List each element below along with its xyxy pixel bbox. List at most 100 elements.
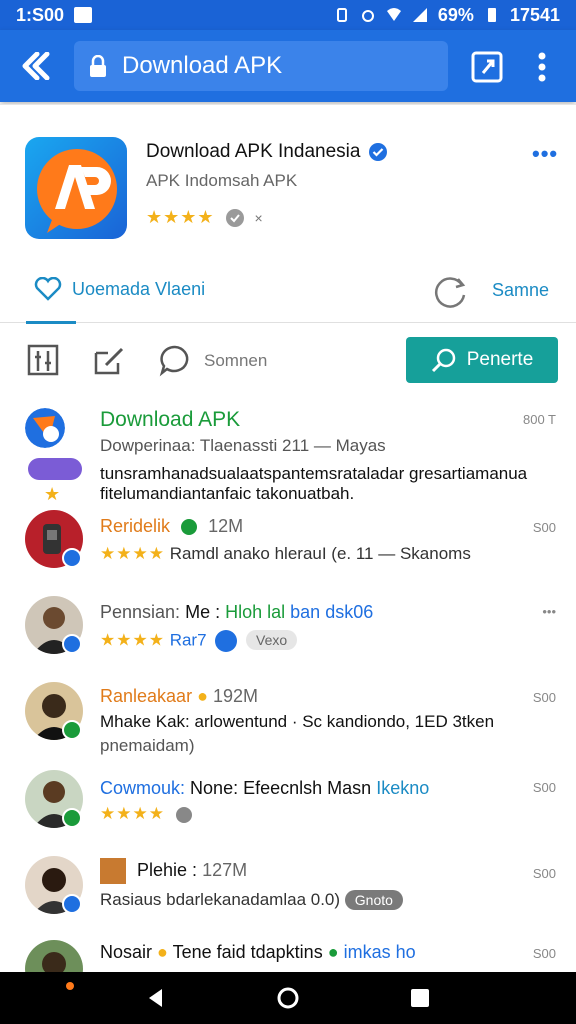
reaction-icon <box>175 806 192 823</box>
list-item[interactable]: Nosair ● Tene faid tdapktins ● imkas ho … <box>0 938 576 976</box>
rating-stars: ★★★★ <box>100 544 165 563</box>
overflow-menu-icon[interactable] <box>528 50 556 84</box>
back-icon[interactable] <box>144 986 168 1010</box>
lock-icon <box>90 55 106 77</box>
post-author: Cowmouk: <box>100 778 186 798</box>
app-rating: ★★★★ × <box>146 207 263 228</box>
post-body: Mhake Kak: arlowentund · Sc kandiondo, 1… <box>100 712 495 731</box>
browser-app-bar: Download APK <box>0 30 576 102</box>
verified-badge-icon <box>62 894 82 914</box>
post-meta: S00 <box>532 946 556 961</box>
verified-badge-icon <box>62 720 82 740</box>
system-nav-bar <box>0 972 576 1024</box>
app-name[interactable]: Download APK Indanesia <box>146 141 388 163</box>
post-meta: 800 T <box>522 412 556 427</box>
share-circle-icon[interactable] <box>225 208 245 228</box>
app-logo-graphic <box>37 149 117 233</box>
verified-badge-icon <box>62 548 82 568</box>
tag-pill <box>28 458 82 480</box>
verified-badge-icon <box>62 634 82 654</box>
rating-stars: ★★★★ <box>100 804 165 823</box>
star-icon: ★ <box>44 484 61 504</box>
post-size: 192M <box>212 686 258 706</box>
post-chip[interactable]: Gnoto <box>344 890 403 910</box>
comment-icon[interactable] <box>158 343 192 377</box>
post-body-2: fitelumandiantanfaic takonuatbah. <box>100 484 355 503</box>
list-item[interactable]: Cowmouk: None: Efeecnlsh Masn Ikekno ★★★… <box>0 768 576 854</box>
signal-icon <box>412 8 427 22</box>
post-meta: S00 <box>532 520 556 535</box>
tab-favorite[interactable]: Uoemada Vlaeni <box>34 277 205 301</box>
back-arrow-icon <box>22 52 50 80</box>
list-item[interactable]: Pennsian: Me : Hloh lal ban dsk06 ★★★★ R… <box>0 594 576 678</box>
rating-stars: ★★★★ <box>100 630 165 650</box>
list-item[interactable]: Download APK Dowperinaa: Tlaenassti 211 … <box>0 396 576 504</box>
filter-icon[interactable] <box>26 343 60 377</box>
post-body-2: pnemaidam) <box>100 736 195 755</box>
avatar <box>25 940 83 976</box>
post-chip[interactable]: Vexo <box>246 630 298 651</box>
post-title[interactable]: Download APK <box>100 408 240 432</box>
notification-dot <box>66 982 74 990</box>
edit-icon[interactable] <box>92 343 126 377</box>
battery-icon <box>487 8 496 22</box>
post-body: ★★★★ <box>100 804 192 824</box>
status-clock-right: 17541 <box>509 4 560 25</box>
notification-icon <box>74 7 93 23</box>
vibrate-icon <box>336 8 347 22</box>
post-title[interactable]: Ranleakaar ● 192M <box>100 686 258 707</box>
app-developer: APK Indomsah APK <box>146 171 298 190</box>
open-external-icon[interactable] <box>470 50 504 84</box>
app-logo <box>25 137 127 239</box>
heart-icon <box>34 277 62 301</box>
post-title[interactable]: Cowmouk: None: Efeecnlsh Masn Ikekno <box>100 778 429 799</box>
open-button[interactable]: Penerte <box>406 337 558 383</box>
list-item[interactable]: Reridelik 12M ★★★★ Ramdl anako hlerauI (… <box>0 508 576 592</box>
app-actions-row: Somnen Penerte <box>0 327 576 397</box>
url-field[interactable]: Download APK <box>74 41 448 91</box>
post-author: Pennsian: <box>100 602 181 622</box>
rating-stars: ★★★★ <box>146 207 215 227</box>
post-author: Plehie : <box>137 859 198 880</box>
status-bar: 1:S00 69% 17541 <box>0 0 576 30</box>
open-button-label: Penerte <box>466 349 534 370</box>
back-button[interactable] <box>16 48 56 84</box>
check-icon <box>181 519 198 536</box>
tab-share[interactable]: Samne <box>492 280 549 301</box>
post-body: ★★★★ Ramdl anako hlerauI (e. 11 — Skanom… <box>100 544 471 564</box>
post-meta: S00 <box>532 866 556 881</box>
avatar <box>25 408 65 448</box>
list-item[interactable]: Ranleakaar ● 192M Mhake Kak: arlowentund… <box>0 680 576 766</box>
dismiss-icon[interactable]: × <box>255 210 263 226</box>
post-title[interactable]: Plehie : 127M <box>100 858 247 884</box>
post-size: 12M <box>208 516 244 536</box>
post-subtitle: Dowperinaa: Tlaenassti 211 — Mayas <box>100 436 386 455</box>
app-tabs: Uoemada Vlaeni Samne <box>0 265 576 324</box>
refresh-icon[interactable] <box>432 275 468 309</box>
tab-underline <box>26 321 76 324</box>
list-item[interactable]: Plehie : 127M Rasiaus bdarlekanadamlaa 0… <box>0 854 576 938</box>
url-text: Download APK <box>122 52 283 79</box>
post-meta: S00 <box>532 780 556 795</box>
battery-percent: 69% <box>437 4 474 25</box>
post-author: Ranleakaar <box>100 686 193 706</box>
post-title[interactable]: Nosair ● Tene faid tdapktins ● imkas ho <box>100 942 416 963</box>
comment-feed: Download APK Dowperinaa: Tlaenassti 211 … <box>0 396 576 976</box>
post-body: Rasiaus bdarlekanadamlaa 0.0) Gnoto <box>100 890 403 910</box>
recents-icon[interactable] <box>408 986 432 1010</box>
verified-badge-icon <box>62 808 82 828</box>
home-icon[interactable] <box>276 986 300 1010</box>
verified-icon <box>369 143 388 161</box>
post-body: ★★★★ Rar7 Vexo <box>100 630 298 652</box>
alarm-icon <box>361 10 374 22</box>
post-meta: S00 <box>532 690 556 705</box>
tab-favorite-label: Uoemada Vlaeni <box>72 278 206 299</box>
app-more-button[interactable]: ••• <box>532 141 558 167</box>
post-author: Nosair <box>100 942 153 962</box>
post-title[interactable]: Reridelik 12M <box>100 516 243 537</box>
wifi-icon <box>386 8 401 21</box>
post-title[interactable]: Pennsian: Me : Hloh lal ban dsk06 <box>100 602 373 623</box>
post-meta[interactable]: ••• <box>542 604 556 619</box>
search-icon <box>431 348 455 373</box>
status-time: 1:S00 <box>16 4 65 25</box>
